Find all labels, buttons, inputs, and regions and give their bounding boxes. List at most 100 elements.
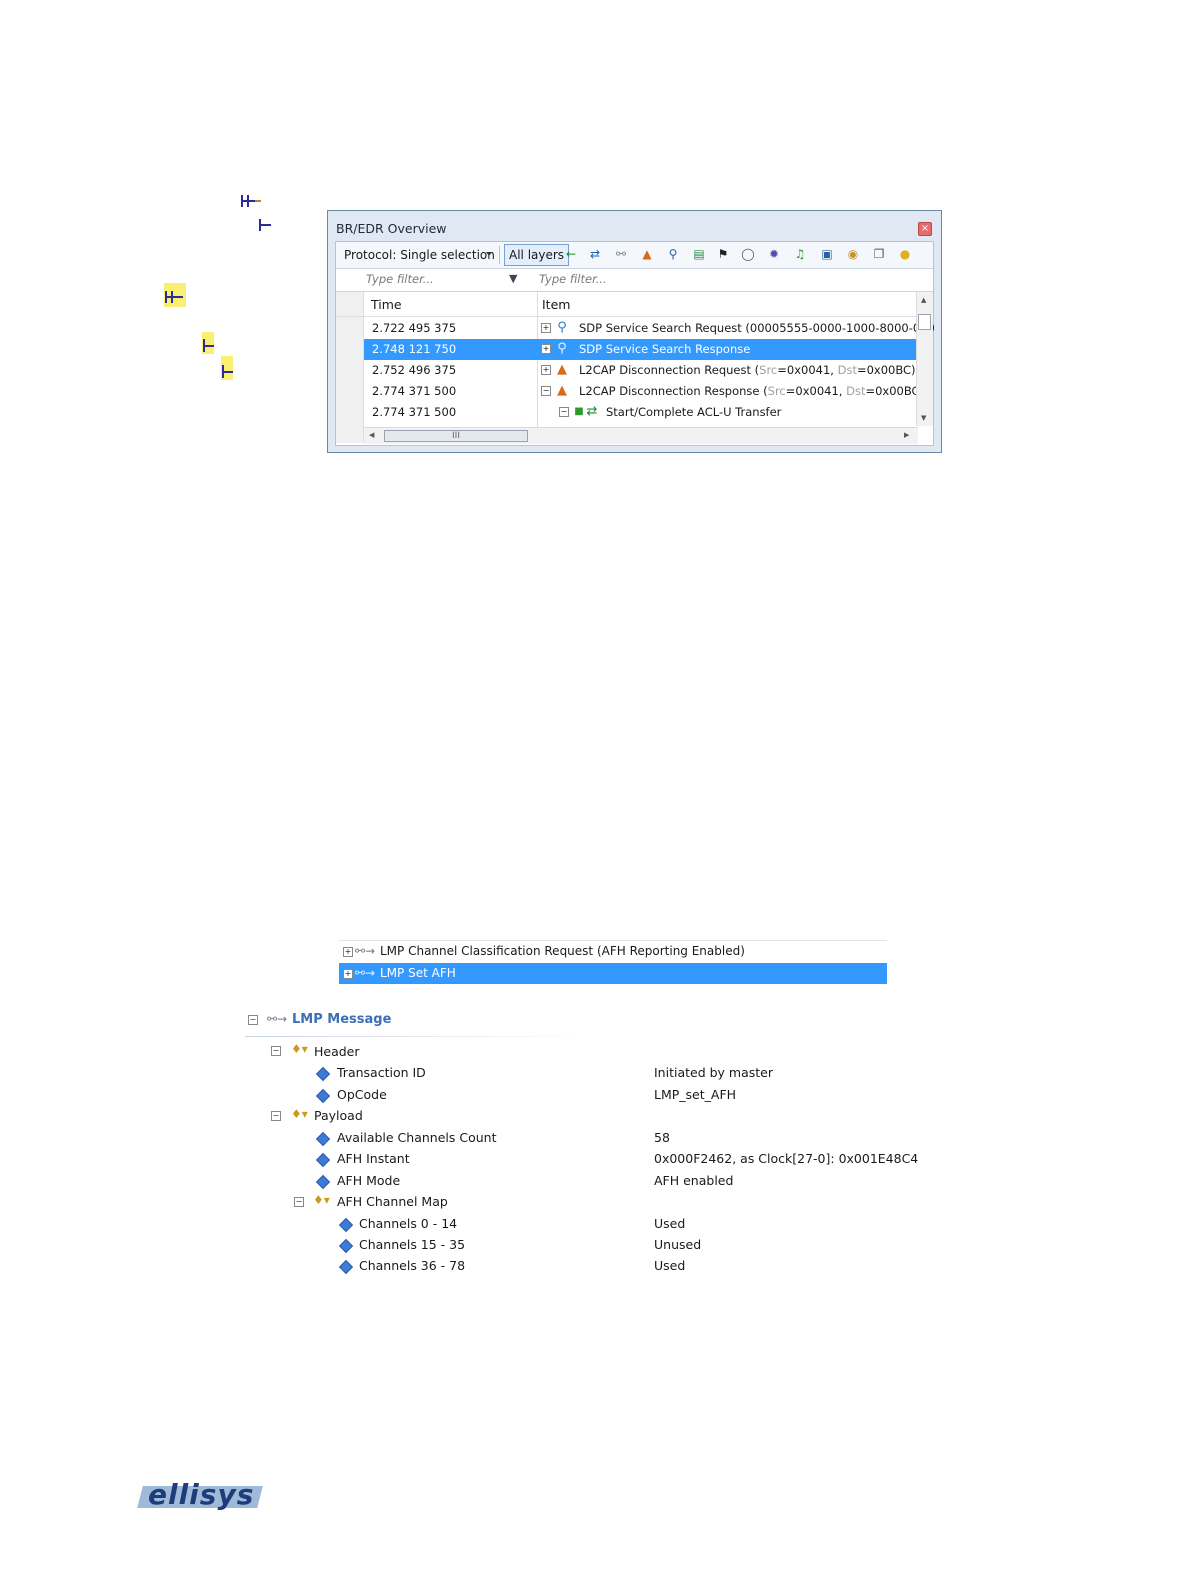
collapse-icon[interactable]: − — [248, 1015, 258, 1025]
table-row[interactable]: 2.774 371 500 − ■ ⇄ Start/Complete ACL-U… — [364, 402, 916, 423]
tree-title: LMP Message — [292, 1012, 392, 1027]
card-icon[interactable]: ▣ — [820, 247, 834, 261]
expand-icon[interactable]: + — [541, 365, 551, 375]
time-cell: 2.774 371 500 — [372, 405, 457, 419]
close-icon[interactable]: × — [918, 222, 932, 236]
lmp-icon: ⚯→ — [267, 1012, 288, 1026]
transfer-icon: ⇄ — [586, 404, 598, 419]
item-cell: Start/Complete ACL-U Transfer — [606, 405, 782, 419]
structure-icon: ♦▾ — [291, 1107, 308, 1121]
column-header-item[interactable]: Item — [542, 297, 570, 312]
list-item-label: LMP Channel Classification Request (AFH … — [380, 944, 745, 958]
sdp-response-icon: ⚲ — [557, 341, 567, 356]
music-icon[interactable]: ♫ — [793, 247, 807, 261]
checkered-flag-icon[interactable]: ⚑ — [716, 247, 730, 261]
l2cap-icon: ▲ — [557, 362, 567, 377]
collapse-icon[interactable]: − — [271, 1111, 281, 1121]
link-icon[interactable]: ⚯ — [614, 247, 628, 261]
chevron-down-icon[interactable] — [486, 252, 492, 256]
package-icon[interactable]: ◉ — [846, 247, 860, 261]
item-cell: SDP Service Search Request (00005555-000… — [579, 321, 935, 335]
mouse-icon[interactable]: ◯ — [741, 247, 755, 261]
expand-icon[interactable]: + — [541, 344, 551, 354]
time-cell: 2.774 371 500 — [372, 384, 457, 398]
l2cap-icon[interactable]: ▲ — [640, 247, 654, 261]
field-label: AFH Mode — [337, 1173, 401, 1188]
structure-icon: ♦▾ — [291, 1042, 308, 1056]
lmp-list: + ⚯→ LMP Channel Classification Request … — [339, 940, 887, 984]
scroll-right-icon[interactable]: ▶ — [904, 431, 909, 439]
toolbar-separator — [499, 246, 500, 264]
field-value: Used — [654, 1258, 686, 1273]
field-label: Transaction ID — [337, 1065, 426, 1080]
margin-marker-highlight-icon — [164, 283, 186, 307]
arrows-exchange-icon[interactable]: ⇄ — [588, 247, 602, 261]
field-value: Used — [654, 1216, 686, 1231]
item-filter-input[interactable]: Type filter... — [539, 272, 607, 286]
time-cell: 2.748 121 750 — [372, 342, 457, 356]
vertical-scrollbar[interactable]: ▲ ▼ — [916, 292, 933, 426]
bluetooth-icon[interactable]: ✹ — [767, 247, 781, 261]
field-icon — [338, 1217, 354, 1233]
field-value: LMP_set_AFH — [654, 1087, 737, 1102]
field-value: AFH enabled — [654, 1173, 734, 1188]
column-header-time[interactable]: Time — [371, 297, 402, 312]
ellisys-logo: ellisys — [137, 1478, 263, 1512]
time-cell: 2.752 496 375 — [372, 363, 457, 377]
scroll-up-icon[interactable]: ▲ — [921, 296, 926, 304]
window-title: BR/EDR Overview — [336, 221, 447, 236]
scroll-down-icon[interactable]: ▼ — [921, 414, 926, 422]
list-item[interactable]: + ⚯→ LMP Channel Classification Request … — [339, 941, 887, 962]
coin-icon[interactable]: ● — [898, 247, 912, 261]
scroll-left-icon[interactable]: ◀ — [369, 431, 374, 439]
toolbar: Protocol: Single selection All layers ← … — [336, 242, 933, 269]
expand-icon[interactable]: + — [343, 947, 353, 957]
overview-window: BR/EDR Overview × Protocol: Single selec… — [327, 210, 942, 453]
margin-marker-highlight-icon — [221, 356, 233, 380]
horizontal-scrollbar[interactable]: ◀ III ▶ — [364, 427, 918, 444]
column-header: Time Item — [336, 292, 918, 317]
margin-marker-icon — [259, 219, 271, 231]
arrow-left-icon[interactable]: ← — [564, 247, 578, 261]
field-icon — [338, 1238, 354, 1254]
table-row[interactable]: 2.752 496 375 + ▲ L2CAP Disconnection Re… — [364, 360, 916, 381]
field-value: 58 — [654, 1130, 670, 1145]
copy-icon[interactable]: ❐ — [872, 247, 886, 261]
collapse-icon[interactable]: − — [271, 1046, 281, 1056]
all-layers-button[interactable]: All layers — [504, 244, 570, 266]
table-row[interactable]: 2.774 371 500 − ▲ L2CAP Disconnection Re… — [364, 381, 924, 402]
table-row[interactable]: 2.722 495 375 + ⚲ SDP Service Search Req… — [364, 318, 935, 339]
lmp-icon: ⚯→ — [355, 944, 376, 958]
time-cell: 2.722 495 375 — [372, 321, 457, 335]
field-icon — [338, 1259, 354, 1275]
protocol-dropdown[interactable]: Protocol: Single selection — [344, 248, 495, 262]
logo-text: ellisys — [148, 1478, 255, 1511]
field-icon — [315, 1174, 331, 1190]
field-value: Initiated by master — [654, 1065, 774, 1080]
search-icon[interactable]: ⚲ — [666, 247, 680, 261]
field-label: Available Channels Count — [337, 1130, 497, 1145]
tree-node-header[interactable]: Header — [314, 1044, 360, 1059]
title-underline — [245, 1036, 590, 1037]
expand-icon[interactable]: + — [541, 323, 551, 333]
rfcomm-icon[interactable]: ▤ — [692, 247, 706, 261]
field-icon — [315, 1066, 331, 1082]
table-row-selected[interactable]: 2.748 121 750 + ⚲ SDP Service Search Res… — [364, 339, 916, 360]
scroll-thumb[interactable]: III — [384, 430, 528, 442]
tree-node-afh-channel-map[interactable]: AFH Channel Map — [337, 1194, 448, 1209]
expand-icon[interactable]: + — [343, 969, 353, 979]
margin-marker-highlight-icon — [202, 332, 214, 354]
collapse-icon[interactable]: − — [294, 1197, 304, 1207]
time-filter-input[interactable]: Type filter... — [366, 272, 434, 286]
l2cap-icon: ▲ — [557, 383, 567, 398]
collapse-icon[interactable]: − — [541, 386, 551, 396]
scroll-thumb[interactable] — [918, 314, 931, 330]
item-cell: L2CAP Disconnection Response (Src=0x0041… — [579, 384, 925, 398]
funnel-icon[interactable]: ▼ — [509, 272, 517, 285]
list-item-selected[interactable]: + ⚯→ LMP Set AFH — [339, 963, 887, 984]
structure-icon: ♦▾ — [313, 1193, 330, 1207]
collapse-icon[interactable]: − — [559, 407, 569, 417]
field-icon — [315, 1152, 331, 1168]
tree-node-payload[interactable]: Payload — [314, 1108, 363, 1123]
item-cell: SDP Service Search Response — [579, 342, 751, 356]
